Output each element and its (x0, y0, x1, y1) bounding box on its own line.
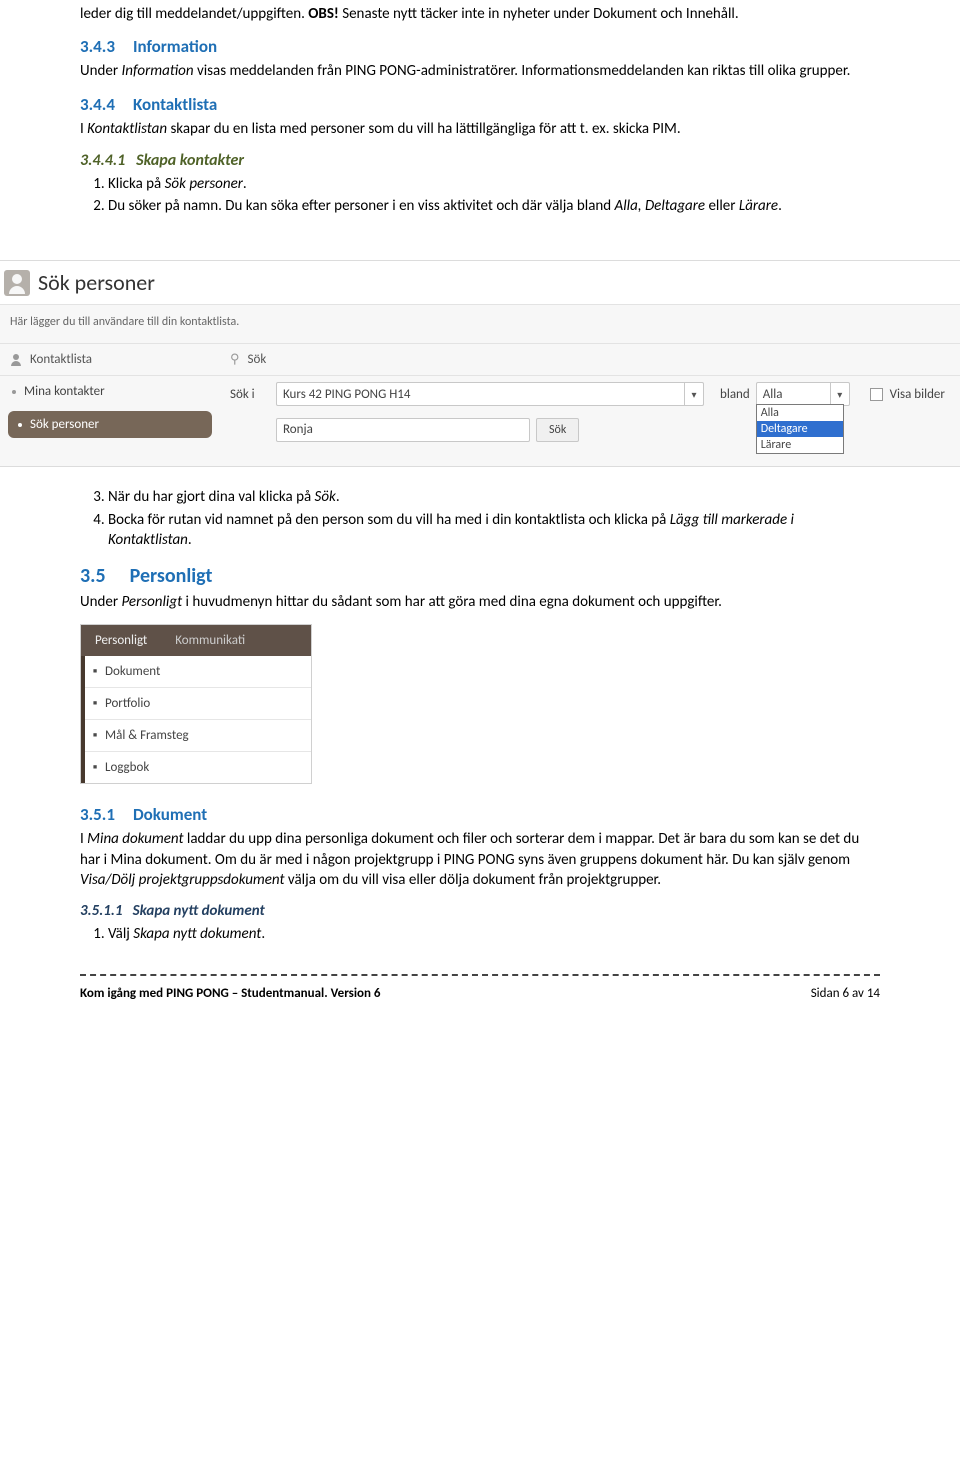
list-item: Bocka för rutan vid namnet på den person… (108, 510, 880, 551)
heading-3-4-3: 3.4.3 Information (80, 36, 880, 57)
heading-3-5-1-1: 3.5.1.1 Skapa nytt dokument (80, 902, 880, 920)
chevron-down-icon: ▾ (830, 383, 849, 405)
heading-number: 3.5.1 (80, 804, 115, 825)
menu-item-label: Mål & Framsteg (105, 728, 189, 743)
page-footer: Kom igång med PING PONG – Studentmanual.… (80, 986, 880, 1011)
section-343-body: Under Information visas meddelanden från… (80, 61, 880, 81)
dropdown-option-larare[interactable]: Lärare (757, 437, 843, 453)
bullet-icon (18, 423, 22, 427)
tab-kommunikation[interactable]: Kommunikati (161, 625, 259, 656)
menu-item-mal-framsteg[interactable]: ▪ Mål & Framsteg (85, 720, 311, 752)
visa-bilder-checkbox[interactable] (870, 388, 883, 401)
heading-3-5-1: 3.5.1 Dokument (80, 804, 880, 825)
footer-right: Sidan 6 av 14 (811, 986, 880, 1001)
sok-i-label: Sök i (230, 387, 270, 402)
steps-list-3441: Klicka på Sök personer. Du söker på namn… (108, 174, 880, 217)
sok-title: Sök personer (38, 269, 155, 296)
menu-item-loggbok[interactable]: ▪ Loggbok (85, 752, 311, 783)
section-351-body: I Mina dokument laddar du upp dina perso… (80, 829, 880, 890)
menu-list: ▪ Dokument ▪ Portfolio ▪ Mål & Framsteg ▪ Lo… (81, 656, 311, 783)
heading-number: 3.4.3 (80, 36, 115, 57)
sok-main-header: ⚲ Sök (220, 344, 960, 376)
sidebar-item-label: Mina kontakter (24, 384, 105, 399)
heading-3-5: 3.5 Personligt (80, 564, 880, 588)
intro-text-c: Senaste nytt täcker inte in nyheter unde… (339, 5, 739, 23)
sidebar-item-label: Sök personer (30, 417, 99, 432)
menu-item-portfolio[interactable]: ▪ Portfolio (85, 688, 311, 720)
list-item: När du har gjort dina val klicka på Sök. (108, 487, 880, 507)
menu-item-dokument[interactable]: ▪ Dokument (85, 656, 311, 688)
heading-title: Kontaktlista (133, 94, 217, 115)
heading-title: Skapa nytt dokument (133, 902, 265, 920)
sok-main-header-label: Sök (248, 352, 267, 367)
sok-personer-panel: Sök personer Här lägger du till användar… (0, 260, 960, 467)
bullet-icon: ▪ (91, 760, 99, 775)
sidebar-item-mina-kontakter[interactable]: Mina kontakter (0, 376, 220, 407)
heading-3-4-4: 3.4.4 Kontaktlista (80, 94, 880, 115)
section-344-body: I Kontaktlistan skapar du en lista med p… (80, 119, 880, 139)
footer-left: Kom igång med PING PONG – Studentmanual.… (80, 986, 381, 1001)
person-silhouette-icon (10, 354, 22, 366)
bullet-icon (12, 390, 16, 394)
steps-list-3511: Välj Skapa nytt dokument. (108, 924, 880, 944)
search-icon: ⚲ (230, 352, 240, 367)
person-icon (4, 270, 30, 296)
menu-item-label: Loggbok (105, 760, 149, 775)
heading-title: Personligt (130, 564, 213, 588)
menu-item-label: Dokument (105, 664, 160, 679)
sidebar-header: Kontaktlista (0, 344, 220, 376)
search-button[interactable]: Sök (536, 418, 579, 442)
heading-number: 3.4.4 (80, 94, 115, 115)
sidebar-header-label: Kontaktlista (30, 352, 92, 367)
menu-item-label: Portfolio (105, 696, 150, 711)
personligt-menu: Personligt Kommunikati ▪ Dokument ▪ Portfo… (80, 624, 312, 784)
menu-tabs: Personligt Kommunikati (81, 625, 311, 656)
intro-obs: OBS! (308, 5, 339, 23)
bullet-icon: ▪ (91, 696, 99, 711)
list-item: Klicka på Sök personer. (108, 174, 880, 194)
course-select[interactable]: Kurs 42 PING PONG H14 ▾ (276, 382, 704, 406)
bland-label: bland (720, 387, 750, 402)
steps-list-3441-continued: När du har gjort dina val klicka på Sök.… (108, 487, 880, 550)
sok-header: Sök personer (0, 261, 960, 305)
heading-number: 3.4.4.1 (80, 151, 125, 170)
sok-row-2: Ronja Sök (220, 412, 960, 448)
section-35-body: Under Personligt i huvudmenyn hittar du … (80, 592, 880, 612)
intro-paragraph: leder dig till meddelandet/uppgiften. OB… (80, 4, 880, 24)
tab-personligt[interactable]: Personligt (81, 625, 161, 656)
sidebar-item-sok-personer[interactable]: Sök personer (8, 411, 212, 438)
chevron-down-icon: ▾ (684, 383, 703, 405)
list-item: Välj Skapa nytt dokument. (108, 924, 880, 944)
search-input[interactable]: Ronja (276, 418, 530, 442)
sok-main: ⚲ Sök Sök i Kurs 42 PING PONG H14 ▾ blan… (220, 344, 960, 466)
footer-divider (80, 974, 880, 976)
sok-row-1: Sök i Kurs 42 PING PONG H14 ▾ bland Alla… (220, 376, 960, 412)
sok-description: Här lägger du till användare till din ko… (0, 305, 960, 343)
dropdown-option-deltagare[interactable]: Deltagare (757, 421, 843, 437)
list-item: Du söker på namn. Du kan söka efter pers… (108, 196, 880, 216)
heading-title: Dokument (133, 804, 207, 825)
heading-title: Information (133, 36, 217, 57)
dropdown-option-alla[interactable]: Alla (757, 405, 843, 421)
bullet-icon: ▪ (91, 728, 99, 743)
intro-text-a: leder dig till meddelandet/uppgiften. (80, 5, 308, 23)
heading-title: Skapa kontakter (136, 151, 244, 170)
heading-3-4-4-1: 3.4.4.1 Skapa kontakter (80, 151, 880, 170)
heading-number: 3.5 (80, 564, 106, 588)
sok-sidebar: Kontaktlista Mina kontakter Sök personer (0, 344, 220, 466)
heading-number: 3.5.1.1 (80, 902, 122, 920)
bland-select-value: Alla (763, 387, 783, 402)
bland-dropdown: Alla Deltagare Lärare (756, 404, 844, 454)
bullet-icon: ▪ (91, 664, 99, 679)
bland-select[interactable]: Alla ▾ (756, 382, 850, 406)
course-select-value: Kurs 42 PING PONG H14 (283, 387, 411, 402)
visa-bilder-label: Visa bilder (890, 387, 945, 402)
